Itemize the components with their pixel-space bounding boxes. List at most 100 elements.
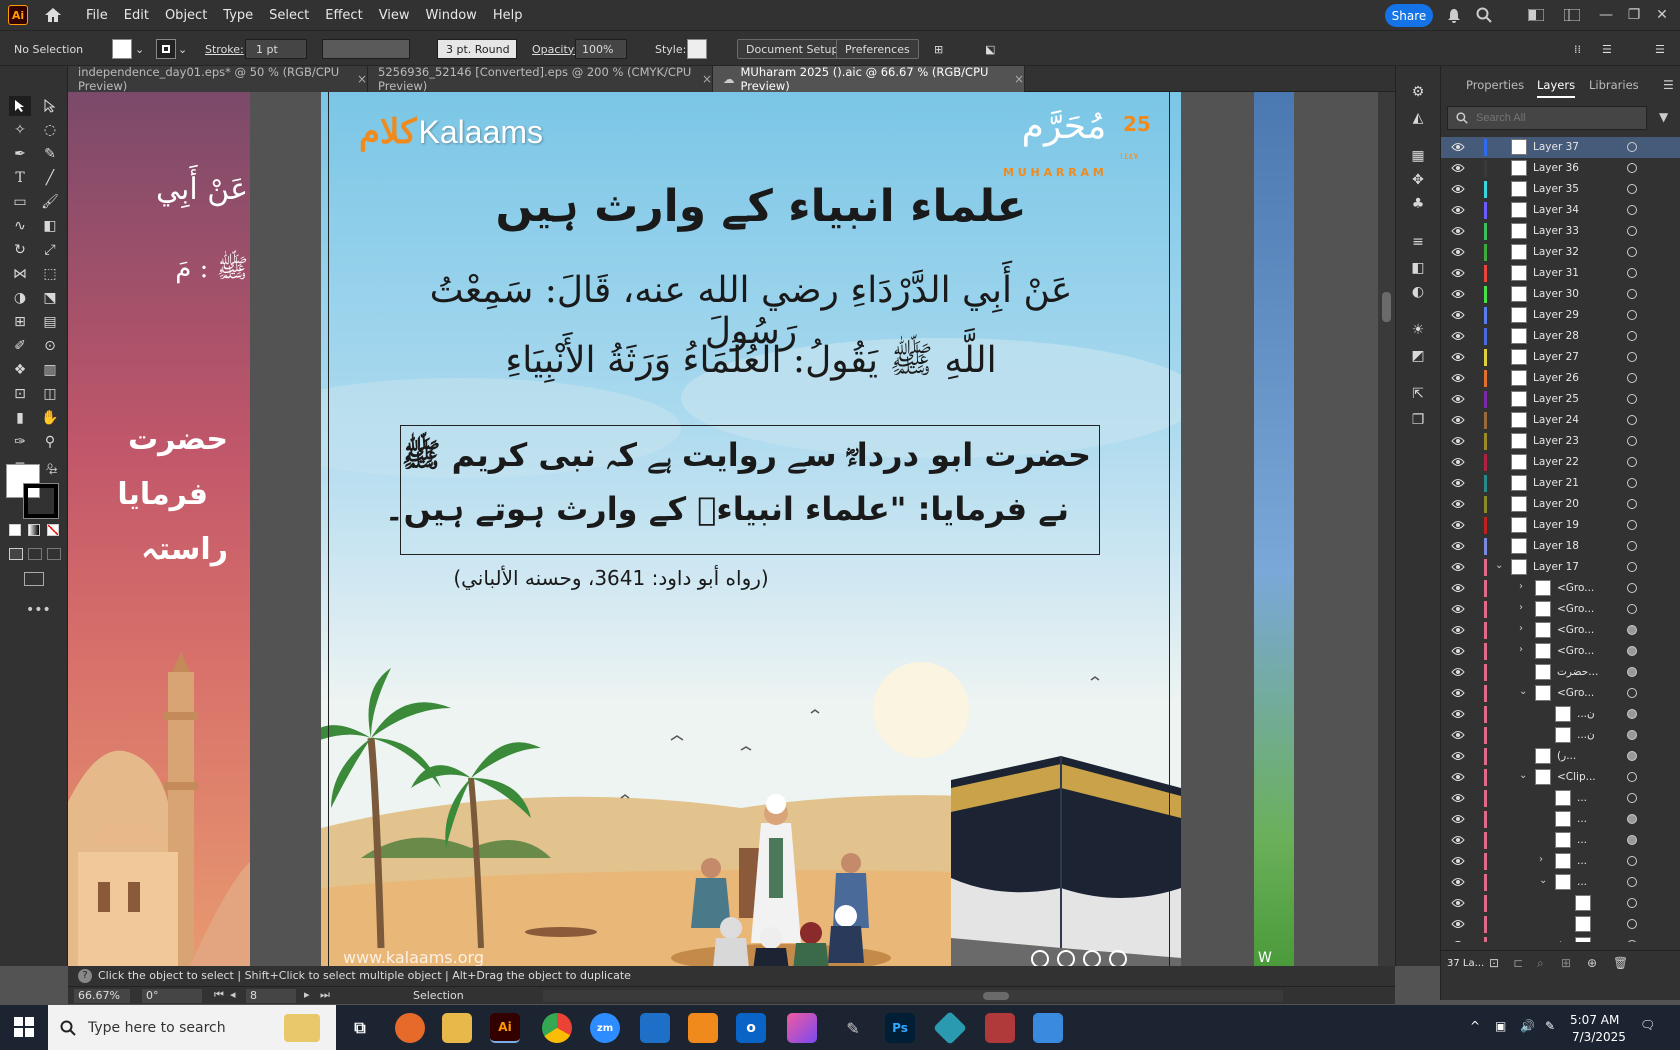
sublayer-name[interactable]: ... [1577,792,1587,804]
symbol-sprayer-tool-icon[interactable]: ❖ [9,360,31,380]
expand-chevron-icon[interactable]: › [1559,938,1563,942]
visibility-eye-icon[interactable] [1451,351,1465,363]
visibility-eye-icon[interactable] [1451,876,1465,888]
gradient-mode-icon[interactable] [28,524,40,536]
target-circle-icon[interactable] [1627,772,1637,782]
image-trace-icon[interactable]: ◭ [1407,108,1429,128]
target-circle-icon[interactable] [1627,646,1637,656]
export-icon[interactable]: ⇱ [1407,384,1429,404]
target-circle-icon[interactable] [1627,436,1637,446]
visibility-eye-icon[interactable] [1451,414,1465,426]
sublayer-name[interactable]: حضرت... [1557,666,1598,678]
menu-edit[interactable]: Edit [116,8,157,23]
target-circle-icon[interactable] [1627,184,1637,194]
target-circle-icon[interactable] [1627,163,1637,173]
target-circle-icon[interactable] [1627,730,1637,740]
target-circle-icon[interactable] [1627,898,1637,908]
tab-close-icon[interactable]: × [1014,72,1024,86]
visibility-eye-icon[interactable] [1451,918,1465,930]
layer-name[interactable]: Layer 19 [1533,519,1579,531]
pen-tray-icon[interactable]: ✎ [1545,1019,1555,1033]
minimize-icon[interactable]: — [1596,5,1616,25]
tab-libraries[interactable]: Libraries [1589,78,1639,92]
rectangle-tool-icon[interactable]: ▭ [9,192,31,212]
width-tool-icon[interactable]: ⋈ [9,264,31,284]
target-circle-icon[interactable] [1627,205,1637,215]
file-explorer-icon[interactable] [442,1013,472,1043]
visibility-eye-icon[interactable] [1451,477,1465,489]
previous-artboard-icon[interactable]: ◂ [230,988,236,1001]
perspective-grid-tool-icon[interactable]: ⬔ [39,288,61,308]
layer-row[interactable]: Layer 23 [1441,431,1680,452]
layer-row[interactable]: Layer 35 [1441,179,1680,200]
menu-file[interactable]: File [78,8,116,23]
pen-app-icon[interactable]: ✎ [838,1013,868,1043]
none-mode-icon[interactable] [47,524,59,536]
target-circle-icon[interactable] [1627,604,1637,614]
sublayer-row[interactable]: › <Gro... [1441,620,1680,641]
visibility-eye-icon[interactable] [1451,582,1465,594]
tab-properties[interactable]: Properties [1466,78,1524,92]
xampp-icon[interactable] [688,1013,718,1043]
windows-start-icon[interactable] [14,1017,34,1040]
mesh-tool-icon[interactable]: ⊞ [9,312,31,332]
sublayer-row[interactable]: ⌄... [1441,872,1680,893]
layer-name[interactable]: Layer 29 [1533,309,1579,321]
layer-name[interactable]: Layer 24 [1533,414,1579,426]
sublayer-row[interactable] [1441,914,1680,935]
document-setup-button[interactable]: Document Setup [737,39,848,59]
menu-window[interactable]: Window [418,8,485,23]
target-circle-icon[interactable] [1627,499,1637,509]
sublayer-row[interactable]: › [1441,935,1680,942]
rotate-tool-icon[interactable]: ↻ [9,240,31,260]
target-circle-icon[interactable] [1627,751,1637,761]
visibility-eye-icon[interactable] [1451,834,1465,846]
eyedropper-alt-tool-icon[interactable]: ✑ [9,432,31,452]
sublayer-name[interactable]: (ر... [1557,750,1576,762]
target-circle-icon[interactable] [1627,226,1637,236]
artboard-number-input[interactable]: 8 [246,989,296,1003]
menu-object[interactable]: Object [157,8,215,23]
layer-name[interactable]: Layer 23 [1533,435,1579,447]
delete-layer-icon[interactable]: 🗑 [1613,956,1628,970]
layer-row[interactable]: Layer 26 [1441,368,1680,389]
target-circle-icon[interactable] [1627,583,1637,593]
more-menu-icon[interactable]: ☰ [1655,39,1665,59]
clock-date[interactable]: 7/3/2025 [1572,1030,1626,1044]
first-artboard-icon[interactable]: ⏮ [214,988,224,1002]
magic-wand-tool-icon[interactable]: ✧ [9,120,31,140]
opacity-label[interactable]: Opacity: [532,39,577,59]
layer-name[interactable]: Layer 25 [1533,393,1579,405]
layer-row[interactable]: Layer 22 [1441,452,1680,473]
layer-name[interactable]: Layer 33 [1533,225,1579,237]
visibility-eye-icon[interactable] [1451,750,1465,762]
target-circle-icon[interactable] [1627,562,1637,572]
sublayer-name[interactable]: <Clip... [1557,771,1596,783]
vertical-scrollbar[interactable] [1378,92,1395,970]
lasso-tool-icon[interactable]: ◌ [39,120,61,140]
sublayer-name[interactable]: <Gro... [1557,603,1594,615]
outlook-icon[interactable]: o [736,1013,766,1043]
target-circle-icon[interactable] [1627,877,1637,887]
variable-width-profile[interactable] [322,39,410,59]
fill-dropdown-chevron-icon[interactable]: ⌄ [135,39,144,59]
target-circle-icon[interactable] [1627,268,1637,278]
line-tool-icon[interactable]: ╱ [39,168,61,188]
target-circle-icon[interactable] [1627,709,1637,719]
layer-row[interactable]: Layer 18 [1441,536,1680,557]
sublayer-name[interactable]: <Gro... [1557,687,1594,699]
restore-icon[interactable]: ❐ [1624,5,1644,25]
eraser-tool-icon[interactable]: ◧ [39,216,61,236]
layer-name[interactable]: Layer 17 [1533,561,1579,573]
sublayer-row[interactable]: ...ن [1441,725,1680,746]
tab-layers[interactable]: Layers [1537,78,1576,98]
network-icon[interactable]: ▣ [1495,1019,1506,1033]
layer-row[interactable]: ⌄ Layer 17 [1441,557,1680,578]
menu-type[interactable]: Type [215,8,261,23]
home-icon[interactable] [42,5,64,25]
layer-name[interactable]: Layer 30 [1533,288,1579,300]
graphic-styles-icon[interactable]: ◩ [1407,346,1429,366]
layer-name[interactable]: Layer 31 [1533,267,1579,279]
type-tool-icon[interactable]: T [9,168,31,188]
column-graph-tool-icon[interactable]: ▥ [39,360,61,380]
